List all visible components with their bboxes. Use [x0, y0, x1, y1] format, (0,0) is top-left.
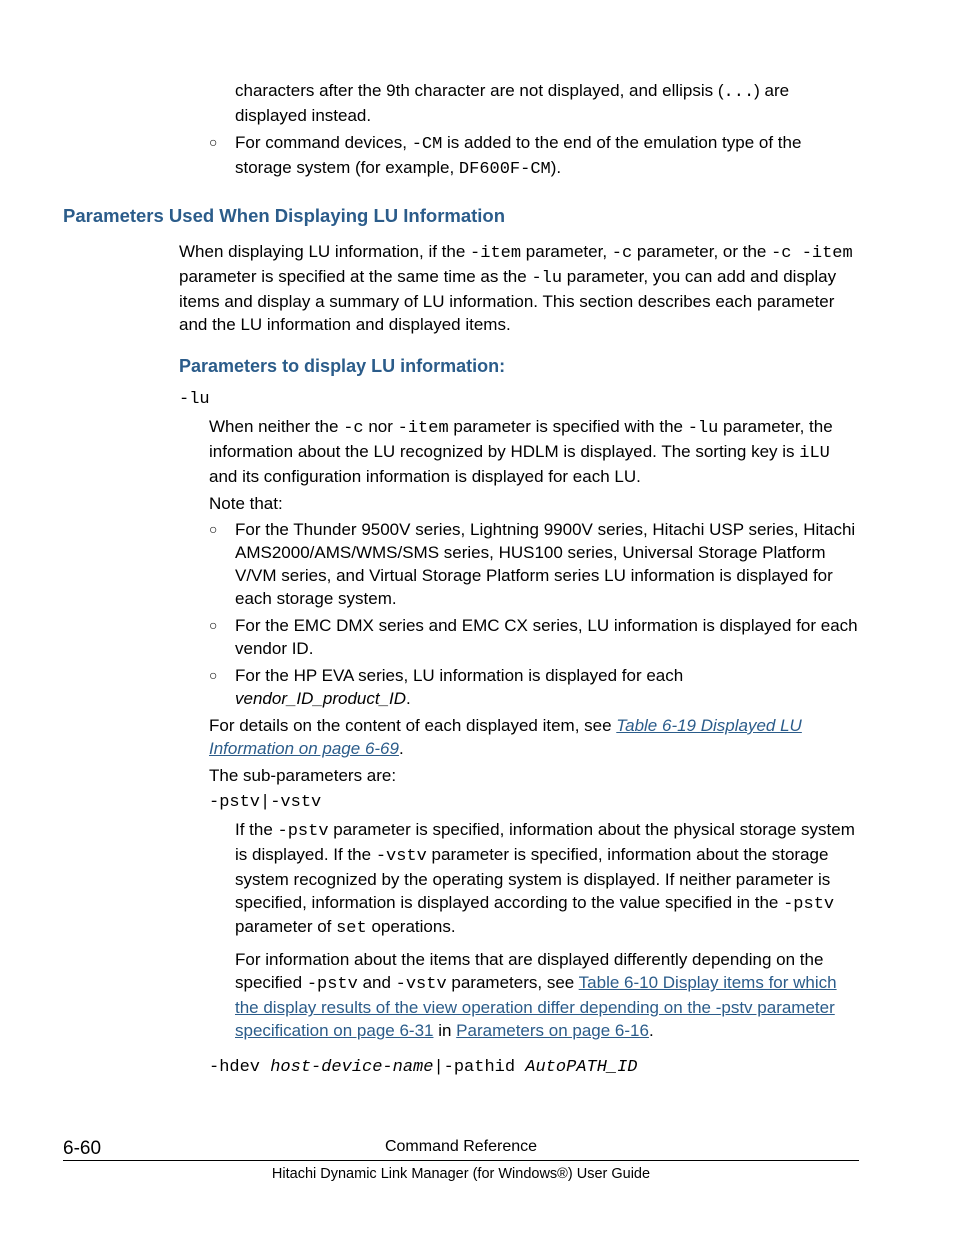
lu-bullet-2: ○ For the HP EVA series, LU information … [209, 665, 859, 711]
text: and [358, 973, 396, 992]
bullet-text: For command devices, -CM is added to the… [235, 132, 859, 182]
code: -vstv [396, 975, 447, 994]
footer-top-row: 6-60 Command Reference [63, 1136, 859, 1162]
details-line: For details on the content of each displ… [209, 715, 859, 761]
code: -c [612, 244, 632, 263]
text: For command devices, [235, 133, 412, 152]
text: parameters, see [447, 973, 579, 992]
lu-details-block: For details on the content of each displ… [209, 715, 859, 788]
link-parameters-6-16[interactable]: Parameters on page 6-16 [456, 1021, 649, 1040]
heading-parameters-used: Parameters Used When Displaying LU Infor… [63, 204, 859, 229]
lu-code: -lu [179, 389, 859, 412]
code: -CM [412, 135, 443, 154]
text: . [649, 1021, 654, 1040]
code: DF600F-CM [459, 160, 551, 179]
top-continuation-block: characters after the 9th character are n… [209, 80, 859, 182]
lu-bullet-0: ○ For the Thunder 9500V series, Lightnin… [209, 519, 859, 611]
top-bullet-1: ○ For command devices, -CM is added to t… [209, 132, 859, 182]
pstv-heading-block: -pstv|-vstv [209, 792, 859, 815]
code: set [336, 919, 367, 938]
footer-subtitle: Hitachi Dynamic Link Manager (for Window… [63, 1165, 859, 1185]
bullet-icon: ○ [209, 665, 235, 685]
code: -c -item [771, 244, 853, 263]
text: parameter, [521, 242, 612, 261]
code: -item [398, 419, 449, 438]
code: ... [724, 83, 755, 102]
note-that: Note that: [209, 493, 859, 516]
bullet-text: For the Thunder 9500V series, Lightning … [235, 519, 859, 611]
text: nor [364, 417, 398, 436]
hdev-block: -hdev host-device-name|-pathid AutoPATH_… [209, 1055, 859, 1080]
lu-desc-para: When neither the -c nor -item parameter … [209, 416, 859, 489]
bullet-text: For the HP EVA series, LU information is… [235, 665, 859, 711]
intro-block: When displaying LU information, if the -… [179, 241, 859, 337]
pstv-code: -pstv|-vstv [209, 792, 859, 815]
text: . [406, 689, 411, 708]
text: parameter, or the [632, 242, 771, 261]
bullet-icon: ○ [209, 519, 235, 539]
code-italic: host-device-name [270, 1058, 433, 1077]
pstv-info-para: For information about the items that are… [235, 949, 859, 1043]
code: -pstv [307, 975, 358, 994]
lu-bullet-1: ○ For the EMC DMX series and EMC CX seri… [209, 615, 859, 661]
text: parameter is specified with the [449, 417, 688, 436]
code-italic: AutoPATH_ID [525, 1058, 637, 1077]
top-bullet-0-cont: characters after the 9th character are n… [235, 80, 859, 128]
code: -hdev [209, 1058, 270, 1077]
pstv-desc-para: If the -pstv parameter is specified, inf… [235, 819, 859, 942]
bullet-icon: ○ [209, 132, 235, 152]
text: operations. [367, 917, 456, 936]
page-footer: 6-60 Command Reference Hitachi Dynamic L… [63, 1136, 859, 1185]
code: -lu [688, 419, 719, 438]
heading-parameters-to-display: Parameters to display LU information: [179, 354, 859, 378]
text: parameter is specified at the same time … [179, 267, 531, 286]
text: If the [235, 820, 278, 839]
text: in [433, 1021, 456, 1040]
code: -pstv [278, 822, 329, 841]
code: |-pathid [433, 1058, 525, 1077]
text: parameter of [235, 917, 336, 936]
code: -vstv [376, 847, 427, 866]
pstv-body-block: If the -pstv parameter is specified, inf… [235, 819, 859, 1043]
code: -lu [531, 269, 562, 288]
lu-desc-block: When neither the -c nor -item parameter … [209, 416, 859, 516]
text: When displaying LU information, if the [179, 242, 470, 261]
code: -item [470, 244, 521, 263]
bullet-text: For the EMC DMX series and EMC CX series… [235, 615, 859, 661]
lu-bullet-list: ○ For the Thunder 9500V series, Lightnin… [209, 519, 859, 711]
footer-title: Command Reference [385, 1136, 537, 1158]
text: . [399, 739, 404, 758]
text: characters after the 9th character are n… [235, 81, 724, 100]
lu-param-block: -lu [179, 389, 859, 412]
text: ). [551, 158, 561, 177]
page-number: 6-60 [63, 1136, 101, 1162]
text: For the HP EVA series, LU information is… [235, 666, 683, 685]
intro-para: When displaying LU information, if the -… [179, 241, 859, 337]
italic-text: vendor_ID_product_ID [235, 689, 406, 708]
text: and its configuration information is dis… [209, 467, 641, 486]
bullet-icon: ○ [209, 615, 235, 635]
code: -pstv [783, 895, 834, 914]
text: For details on the content of each displ… [209, 716, 616, 735]
code: iLU [799, 444, 830, 463]
text: When neither the [209, 417, 343, 436]
hdev-line: -hdev host-device-name|-pathid AutoPATH_… [209, 1055, 859, 1080]
code: -c [343, 419, 363, 438]
sub-params-line: The sub-parameters are: [209, 765, 859, 788]
